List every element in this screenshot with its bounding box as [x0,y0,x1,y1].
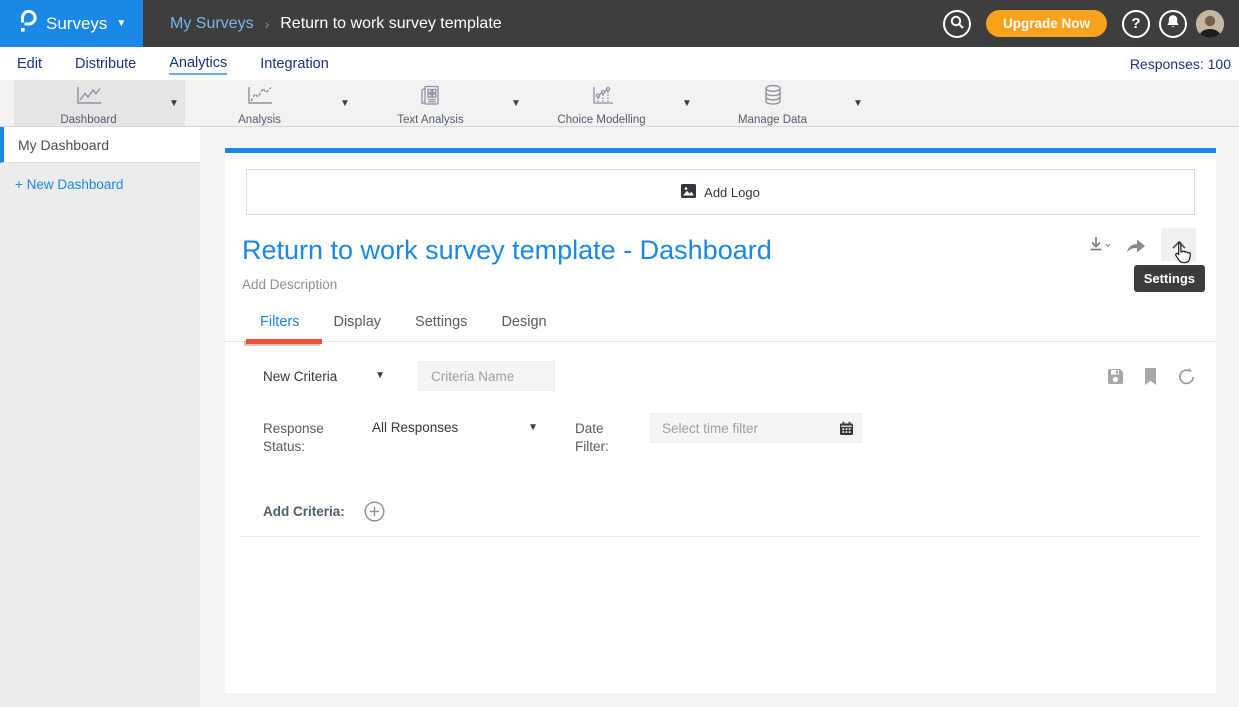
tab-display[interactable]: Display [333,314,381,341]
toolbar-label: Dashboard [60,114,116,126]
tab-dashboard[interactable]: Dashboard [14,80,163,126]
response-status-value: All Responses [372,420,458,435]
toolbar-label: Choice Modelling [557,114,645,126]
nav-distribute[interactable]: Distribute [75,54,136,74]
filters-panel: New Criteria ▼ [225,361,1216,522]
search-icon [950,15,964,33]
choice-modelling-dropdown-caret[interactable]: ▼ [676,80,698,126]
toolbar-group-manage-data: Manage Data ▼ [698,80,869,126]
topbar-actions: Upgrade Now ? [943,10,1239,38]
add-criteria-button[interactable] [364,501,385,522]
dashboard-card: Add Logo Return to work survey template … [225,148,1216,693]
search-button[interactable] [943,10,971,38]
top-bar: Surveys ▼ My Surveys › Return to work su… [0,0,1239,47]
chevron-up-icon [1172,236,1186,254]
save-criteria-button[interactable] [1107,368,1124,385]
help-button[interactable]: ? [1122,10,1150,38]
questionpro-logo-icon [17,9,37,39]
chevron-down-icon: ▼ [375,371,385,381]
analytics-toolbar: Dashboard ▼ Analysis ▼ [0,80,1239,127]
breadcrumb-separator: › [265,16,270,32]
dashboard-tabs: Filters Display Settings Design [225,314,1216,342]
notifications-button[interactable] [1159,10,1187,38]
nav-integration[interactable]: Integration [260,54,329,74]
bookmark-criteria-button[interactable] [1144,368,1157,385]
response-status-dropdown[interactable]: All Responses ▼ [372,413,538,435]
toolbar-label: Analysis [238,114,281,126]
toolbar-group-analysis: Analysis ▼ [185,80,356,126]
time-filter-input[interactable] [662,421,839,436]
manage-data-dropdown-caret[interactable]: ▼ [847,80,869,126]
bell-icon [1166,14,1180,33]
nav-analytics[interactable]: Analytics [169,53,227,75]
tab-filters[interactable]: Filters [260,314,299,341]
reset-criteria-button[interactable] [1177,367,1196,386]
tab-analysis[interactable]: Analysis [185,80,334,126]
tab-text-analysis[interactable]: Text Analysis [356,80,505,126]
card-accent-bar [225,148,1216,153]
database-icon [762,84,784,111]
nav-edit[interactable]: Edit [17,54,42,74]
dashboard-actions: Settings [1087,228,1196,261]
settings-tooltip: Settings [1134,265,1205,292]
dashboard-title: Return to work survey template - Dashboa… [242,235,1196,265]
criteria-dropdown[interactable]: New Criteria ▼ [263,369,385,384]
date-filter-field [650,413,862,443]
calendar-icon[interactable] [839,421,854,436]
settings-collapse-button[interactable]: Settings [1161,228,1196,261]
image-icon [681,184,696,201]
document-grid-icon [419,85,443,111]
tab-design[interactable]: Design [501,314,546,341]
criteria-dropdown-value: New Criteria [263,369,337,384]
add-criteria-label: Add Criteria: [263,504,345,519]
criteria-actions [1107,367,1196,386]
trend-chart-icon [245,85,275,111]
analysis-dropdown-caret[interactable]: ▼ [334,80,356,126]
toolbar-label: Manage Data [738,114,807,126]
survey-section-nav: Edit Distribute Analytics Integration Re… [0,47,1239,80]
responses-count[interactable]: Responses: 100 [1130,56,1231,72]
dashboard-sidebar: My Dashboard + New Dashboard [0,127,200,707]
toolbar-group-dashboard: Dashboard ▼ [14,80,185,126]
breadcrumb-current: Return to work survey template [280,15,501,33]
add-logo-button[interactable]: Add Logo [246,169,1195,215]
tab-settings[interactable]: Settings [415,314,467,341]
tab-choice-modelling[interactable]: Choice Modelling [527,80,676,126]
share-button[interactable] [1125,236,1147,254]
page-body: My Dashboard + New Dashboard Add Logo Re… [0,127,1239,707]
tab-manage-data[interactable]: Manage Data [698,80,847,126]
sidebar-item-my-dashboard[interactable]: My Dashboard [0,127,200,163]
scatter-chart-icon [589,85,615,111]
response-status-label: Response Status: [263,413,333,456]
text-analysis-dropdown-caret[interactable]: ▼ [505,80,527,126]
toolbar-label: Text Analysis [397,114,463,126]
add-logo-label: Add Logo [704,185,760,200]
toolbar-group-choice-modelling: Choice Modelling ▼ [527,80,698,126]
breadcrumb: My Surveys › Return to work survey templ… [170,15,502,33]
add-description-button[interactable]: Add Description [242,277,1216,292]
section-divider [240,536,1200,537]
main-area: Add Logo Return to work survey template … [200,127,1239,707]
criteria-name-input[interactable] [418,361,555,391]
chevron-down-icon: ▼ [116,19,126,29]
download-button[interactable] [1087,235,1111,255]
date-filter-label: Date Filter: [575,413,623,456]
toolbar-group-text-analysis: Text Analysis ▼ [356,80,527,126]
product-switcher[interactable]: Surveys ▼ [0,0,143,47]
product-name: Surveys [46,14,107,34]
chevron-down-icon: ▼ [528,423,538,433]
upgrade-now-button[interactable]: Upgrade Now [986,10,1107,37]
dashboard-dropdown-caret[interactable]: ▼ [163,80,185,126]
breadcrumb-my-surveys[interactable]: My Surveys [170,15,254,33]
user-avatar[interactable] [1196,10,1224,38]
line-chart-icon [74,85,104,111]
new-dashboard-button[interactable]: + New Dashboard [15,177,200,192]
sidebar-item-label: My Dashboard [18,137,109,153]
question-mark-icon: ? [1131,15,1140,32]
